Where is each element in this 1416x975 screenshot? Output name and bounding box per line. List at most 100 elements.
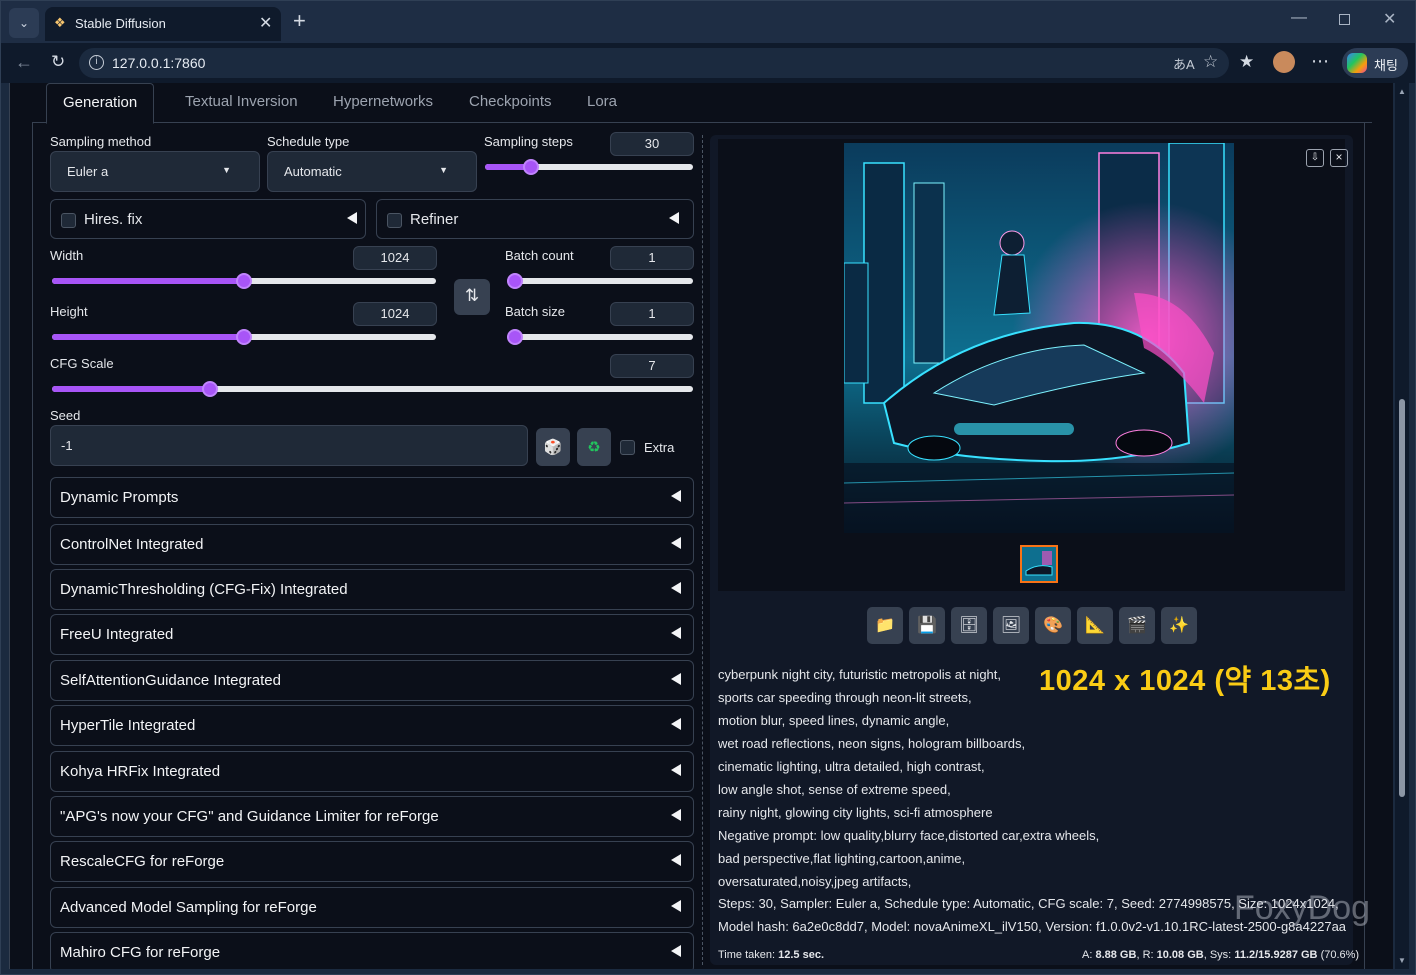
window-close-icon[interactable]: ✕ — [1383, 9, 1396, 29]
hires-fix-accordion[interactable]: Hires. fix — [50, 199, 366, 239]
slider-fill — [52, 386, 210, 392]
batch-size-input[interactable]: 1 — [610, 302, 694, 326]
more-icon[interactable]: ⋯ — [1311, 51, 1329, 72]
page-scrollbar[interactable]: ▲ ▼ — [1395, 83, 1409, 969]
scroll-up-icon[interactable]: ▲ — [1398, 87, 1406, 96]
slider-thumb[interactable] — [202, 381, 218, 397]
sampling-method-dropdown[interactable]: Euler a ▼ — [50, 151, 260, 192]
reuse-seed-button[interactable]: ♻ — [577, 428, 611, 466]
tab-actions-button[interactable]: ⌄ — [9, 8, 39, 38]
accordion-kohya-hrfix[interactable]: Kohya HRFix Integrated — [50, 751, 694, 792]
tab-close-icon[interactable]: ✕ — [259, 13, 272, 33]
send-to-img2img-button[interactable]: 🖼 — [993, 607, 1029, 644]
seed-input[interactable]: -1 — [50, 425, 528, 466]
scroll-down-icon[interactable]: ▼ — [1398, 956, 1406, 965]
slider-thumb[interactable] — [236, 329, 252, 345]
enhance-button[interactable]: ✨ — [1161, 607, 1197, 644]
vram-r-value: 10.08 GB — [1156, 949, 1204, 961]
accordion-self-attention-guidance[interactable]: SelfAttentionGuidance Integrated — [50, 660, 694, 701]
url-field[interactable]: i 127.0.0.1:7860 あA ☆ — [79, 48, 1229, 78]
tab-generation[interactable]: Generation — [46, 83, 155, 124]
slider-thumb[interactable] — [507, 329, 523, 345]
profile-avatar[interactable] — [1273, 51, 1295, 73]
accordion-dynamic-prompts[interactable]: Dynamic Prompts — [50, 477, 694, 518]
random-seed-button[interactable]: 🎲 — [536, 428, 570, 466]
slider-thumb[interactable] — [507, 273, 523, 289]
batch-size-slider[interactable] — [507, 329, 693, 345]
accordion-rescale-cfg[interactable]: RescaleCFG for reForge — [50, 841, 694, 882]
back-icon[interactable]: ← — [15, 52, 33, 73]
accordion-hypertile[interactable]: HyperTile Integrated — [50, 705, 694, 746]
close-icon[interactable]: × — [1330, 149, 1348, 167]
watermark: FoxyDog — [1234, 889, 1371, 927]
slider-fill — [52, 334, 244, 340]
sampling-steps-slider[interactable] — [485, 159, 693, 175]
maximize-icon[interactable] — [1339, 14, 1350, 25]
zip-icon: 🗄 — [958, 617, 980, 634]
accordion-title: Kohya HRFix Integrated — [60, 763, 221, 780]
cfg-scale-slider[interactable] — [52, 381, 693, 397]
schedule-type-dropdown[interactable]: Automatic ▼ — [267, 151, 477, 192]
schedule-type-label: Schedule type — [267, 134, 350, 149]
generated-image[interactable] — [844, 143, 1234, 533]
send-to-inpaint-button[interactable]: 🎨 — [1035, 607, 1071, 644]
slider-fill — [52, 278, 244, 284]
gallery-thumbnail[interactable] — [1020, 545, 1058, 583]
new-tab-icon[interactable]: + — [293, 10, 306, 32]
open-folder-button[interactable]: 📁 — [867, 607, 903, 644]
zip-button[interactable]: 🗄 — [951, 607, 987, 644]
refiner-checkbox[interactable] — [387, 213, 402, 228]
browser-tab[interactable]: ❖ Stable Diffusion ✕ — [45, 7, 281, 41]
stable-diffusion-favicon-icon: ❖ — [54, 15, 66, 30]
vram-r-label: R: — [1142, 949, 1154, 961]
save-button[interactable]: 💾 — [909, 607, 945, 644]
hires-fix-checkbox[interactable] — [61, 213, 76, 228]
copilot-button[interactable]: 채팅 — [1342, 48, 1408, 78]
accordion-freeu[interactable]: FreeU Integrated — [50, 614, 694, 655]
height-input[interactable]: 1024 — [353, 302, 437, 326]
width-input[interactable]: 1024 — [353, 246, 437, 270]
slider-thumb[interactable] — [236, 273, 252, 289]
tab-hypernetworks[interactable]: Hypernetworks — [333, 93, 433, 110]
extra-seed-checkbox[interactable] — [620, 440, 635, 455]
subtabs: Generation Textual Inversion Hypernetwor… — [32, 83, 1372, 124]
sampling-method-label: Sampling method — [50, 134, 152, 149]
translate-icon[interactable]: あA — [1173, 54, 1195, 73]
swap-dimensions-button[interactable]: ⇅ — [454, 279, 490, 315]
favorite-star-icon[interactable]: ☆ — [1203, 52, 1218, 72]
refiner-accordion[interactable]: Refiner — [376, 199, 694, 239]
send-to-extras-button[interactable]: 📐 — [1077, 607, 1113, 644]
reload-icon[interactable]: ↻ — [51, 52, 65, 72]
tab-checkpoints[interactable]: Checkpoints — [469, 93, 552, 110]
batch-count-input[interactable]: 1 — [610, 246, 694, 270]
expand-icon — [671, 673, 681, 685]
scroll-thumb[interactable] — [1399, 399, 1405, 797]
download-icon[interactable]: ⇩ — [1306, 149, 1324, 167]
accordion-advanced-model-sampling[interactable]: Advanced Model Sampling for reForge — [50, 887, 694, 928]
time-prefix: Time taken: — [718, 949, 779, 961]
sparkle-icon: ✨ — [1169, 617, 1189, 634]
accordion-title: SelfAttentionGuidance Integrated — [60, 672, 281, 689]
accordion-dynamic-thresholding[interactable]: DynamicThresholding (CFG-Fix) Integrated — [50, 569, 694, 610]
seed-value[interactable]: -1 — [61, 438, 73, 453]
favorites-icon[interactable]: ★ — [1239, 52, 1254, 72]
cfg-scale-input[interactable]: 7 — [610, 354, 694, 378]
sampling-steps-input[interactable]: 30 — [610, 132, 694, 156]
send-to-video-button[interactable]: 🎬 — [1119, 607, 1155, 644]
width-slider[interactable] — [52, 273, 436, 289]
batch-count-slider[interactable] — [507, 273, 693, 289]
site-info-icon[interactable]: i — [89, 55, 104, 70]
schedule-type-value: Automatic — [284, 164, 342, 179]
height-slider[interactable] — [52, 329, 436, 345]
ruler-icon: 📐 — [1085, 617, 1105, 634]
palette-icon: 🎨 — [1043, 617, 1063, 634]
height-label: Height — [50, 304, 88, 319]
minimize-icon[interactable]: — — [1291, 9, 1307, 27]
accordion-controlnet[interactable]: ControlNet Integrated — [50, 524, 694, 565]
url-text[interactable]: 127.0.0.1:7860 — [112, 55, 205, 71]
accordion-mahiro-cfg[interactable]: Mahiro CFG for reForge — [50, 932, 694, 969]
tab-lora[interactable]: Lora — [587, 93, 617, 110]
time-value: 12.5 sec. — [778, 949, 824, 961]
tab-textual-inversion[interactable]: Textual Inversion — [185, 93, 298, 110]
accordion-apg-cfg[interactable]: "APG's now your CFG" and Guidance Limite… — [50, 796, 694, 837]
